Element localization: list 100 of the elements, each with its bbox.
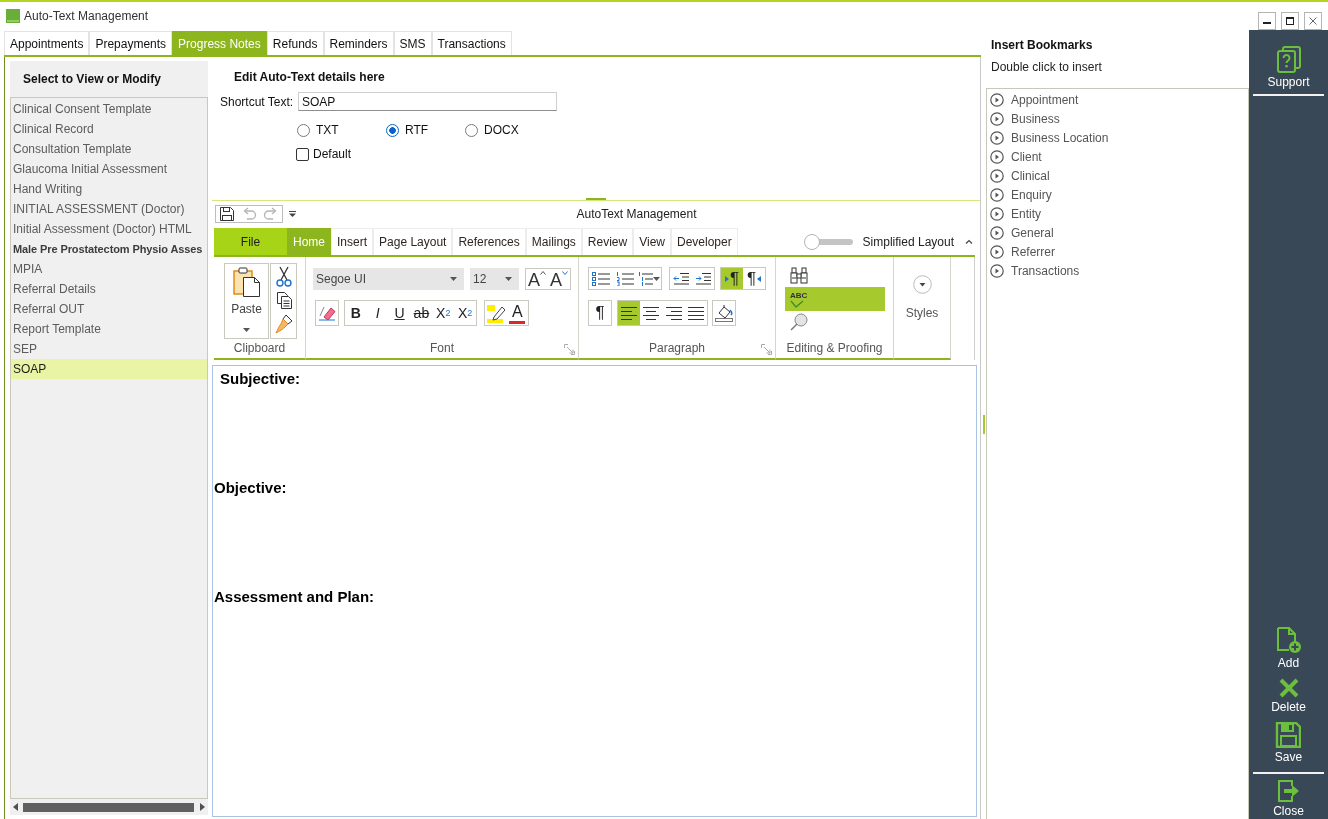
template-item[interactable]: Referral OUT <box>11 299 207 319</box>
dialog-launcher-icon <box>761 344 772 355</box>
collapse-ribbon-button[interactable] <box>965 239 973 244</box>
paragraph-button[interactable]: ¶ <box>589 301 611 325</box>
tab[interactable]: Reminders <box>323 31 394 55</box>
caret-down-icon <box>505 277 512 281</box>
delete-button[interactable]: Delete <box>1271 678 1306 714</box>
checkbox[interactable] <box>296 147 309 161</box>
check-icon <box>790 299 804 308</box>
template-item[interactable]: SOAP <box>11 359 207 379</box>
close-button[interactable]: Close <box>1273 780 1304 818</box>
bookmark-item[interactable]: Entity <box>987 204 1045 223</box>
ribbon-tab[interactable]: References <box>452 228 526 255</box>
section-heading: Edit Auto-Text details here <box>234 70 385 84</box>
font-name-combobox[interactable]: Segoe UI <box>313 268 464 290</box>
customize-toolbar-button[interactable] <box>288 208 296 220</box>
clipboard-icon <box>232 267 261 297</box>
ribbon-tab[interactable]: Page Layout <box>373 228 453 255</box>
tab[interactable]: Appointments <box>4 31 90 55</box>
paste-button[interactable]: Paste <box>224 263 269 339</box>
radio-label: RTF <box>405 123 429 137</box>
bookmark-item[interactable]: Business <box>987 109 1064 128</box>
template-item[interactable]: MPIA <box>11 259 207 279</box>
ltr-marks-button[interactable]: ¶ <box>721 268 743 289</box>
tab[interactable]: Refunds <box>266 31 324 55</box>
underline-button[interactable]: U <box>388 301 411 325</box>
tab[interactable]: Transactions <box>431 31 512 55</box>
template-item[interactable]: Hand Writing <box>11 179 207 199</box>
italic-button[interactable]: I <box>366 301 389 325</box>
undo-icon <box>241 206 257 222</box>
alignment-button[interactable] <box>618 301 641 325</box>
template-item[interactable]: Glaucoma Initial Assessment <box>11 159 207 179</box>
radio-button[interactable] <box>386 123 399 137</box>
bookmark-item[interactable]: Transactions <box>987 261 1084 280</box>
scroll-left-arrow-icon <box>13 803 18 811</box>
bookmark-item[interactable]: Enquiry <box>987 185 1056 204</box>
radio-button[interactable] <box>297 123 310 137</box>
shrink-font-button[interactable]: A <box>548 269 570 289</box>
zoom-button[interactable] <box>788 312 810 332</box>
minimize-button[interactable] <box>1258 12 1276 30</box>
radio-label: DOCX <box>484 123 519 137</box>
spelling-button[interactable]: ABC <box>785 287 885 311</box>
paint-bucket-icon <box>715 304 733 322</box>
ribbon-tab[interactable]: Developer <box>670 228 738 255</box>
ribbon-tab[interactable]: Mailings <box>525 228 582 255</box>
shortcut-text-field[interactable]: SOAP <box>298 92 557 111</box>
maximize-button[interactable] <box>1281 12 1299 30</box>
bookmark-item[interactable]: Appointment <box>987 90 1083 109</box>
template-item[interactable]: Consultation Template <box>11 139 207 159</box>
template-item[interactable]: Referral Details <box>11 279 207 299</box>
template-item[interactable]: INITIAL ASSESSMENT (Doctor) <box>11 199 207 219</box>
font-size-combobox[interactable]: 12 <box>470 268 519 290</box>
align-center-icon <box>642 305 661 321</box>
tab[interactable]: SMS <box>393 31 432 55</box>
align-justify-icon <box>686 305 705 321</box>
strikethrough-button[interactable]: ab <box>410 301 433 325</box>
close-button[interactable] <box>1304 12 1322 30</box>
scrollbar-thumb[interactable] <box>23 802 194 812</box>
add-button[interactable]: Add <box>1275 627 1302 670</box>
section-heading: Subjective: <box>220 370 301 388</box>
styles-button[interactable]: Styles <box>905 275 939 320</box>
help-icon <box>1276 46 1301 73</box>
template-item[interactable]: SEP <box>11 339 207 359</box>
hint-text: Double click to insert <box>991 60 1102 74</box>
scroll-right-arrow-icon <box>200 803 205 811</box>
grow-font-button[interactable]: A <box>526 269 548 289</box>
template-item[interactable]: Initial Assessment (Doctor) HTML <box>11 219 207 239</box>
file-tab[interactable]: File <box>214 228 287 255</box>
bookmark-item[interactable]: Client <box>987 147 1046 166</box>
superscript-button[interactable]: X$^{2}$ <box>454 301 476 325</box>
scissors-icon <box>275 265 292 287</box>
rtl-marks-button[interactable]: ¶ <box>743 268 765 289</box>
ribbon-tab[interactable]: View <box>633 228 671 255</box>
support-button[interactable]: Support <box>1267 46 1310 89</box>
caret-down-icon <box>450 277 457 281</box>
close-icon <box>1309 17 1317 25</box>
font-color-button[interactable]: A <box>506 301 528 325</box>
color-bar-icon <box>509 320 526 324</box>
caret-down-icon <box>243 328 250 332</box>
document-area[interactable]: Subjective: Objective: Assessment and Plan: <box>212 365 977 817</box>
bullets-icon <box>592 271 610 286</box>
find-button[interactable] <box>788 265 810 285</box>
save-button[interactable]: Save <box>1274 722 1303 764</box>
section-heading: Objective: <box>214 479 287 497</box>
template-item[interactable]: Clinical Record <box>11 119 207 139</box>
ribbon-tab[interactable]: Review <box>581 228 634 255</box>
caret-down-icon <box>653 276 660 281</box>
bold-button[interactable]: B <box>345 301 367 325</box>
copy-icon <box>275 291 292 309</box>
toggle-switch[interactable] <box>803 233 853 250</box>
template-item[interactable]: Report Template <box>11 319 207 339</box>
ribbon-tab[interactable]: Insert <box>331 228 374 255</box>
template-item[interactable]: Male Pre Prostatectom Physio Asses <box>11 239 207 259</box>
radio-button[interactable] <box>465 123 478 137</box>
bookmark-item[interactable]: Clinical <box>987 166 1054 185</box>
template-item[interactable]: Clinical Consent Template <box>11 99 207 119</box>
bookmark-item[interactable]: General <box>987 223 1058 242</box>
bookmark-item[interactable]: Business Location <box>987 128 1113 147</box>
tab[interactable]: Prepayments <box>89 31 173 55</box>
bookmark-item[interactable]: Referrer <box>987 242 1059 261</box>
